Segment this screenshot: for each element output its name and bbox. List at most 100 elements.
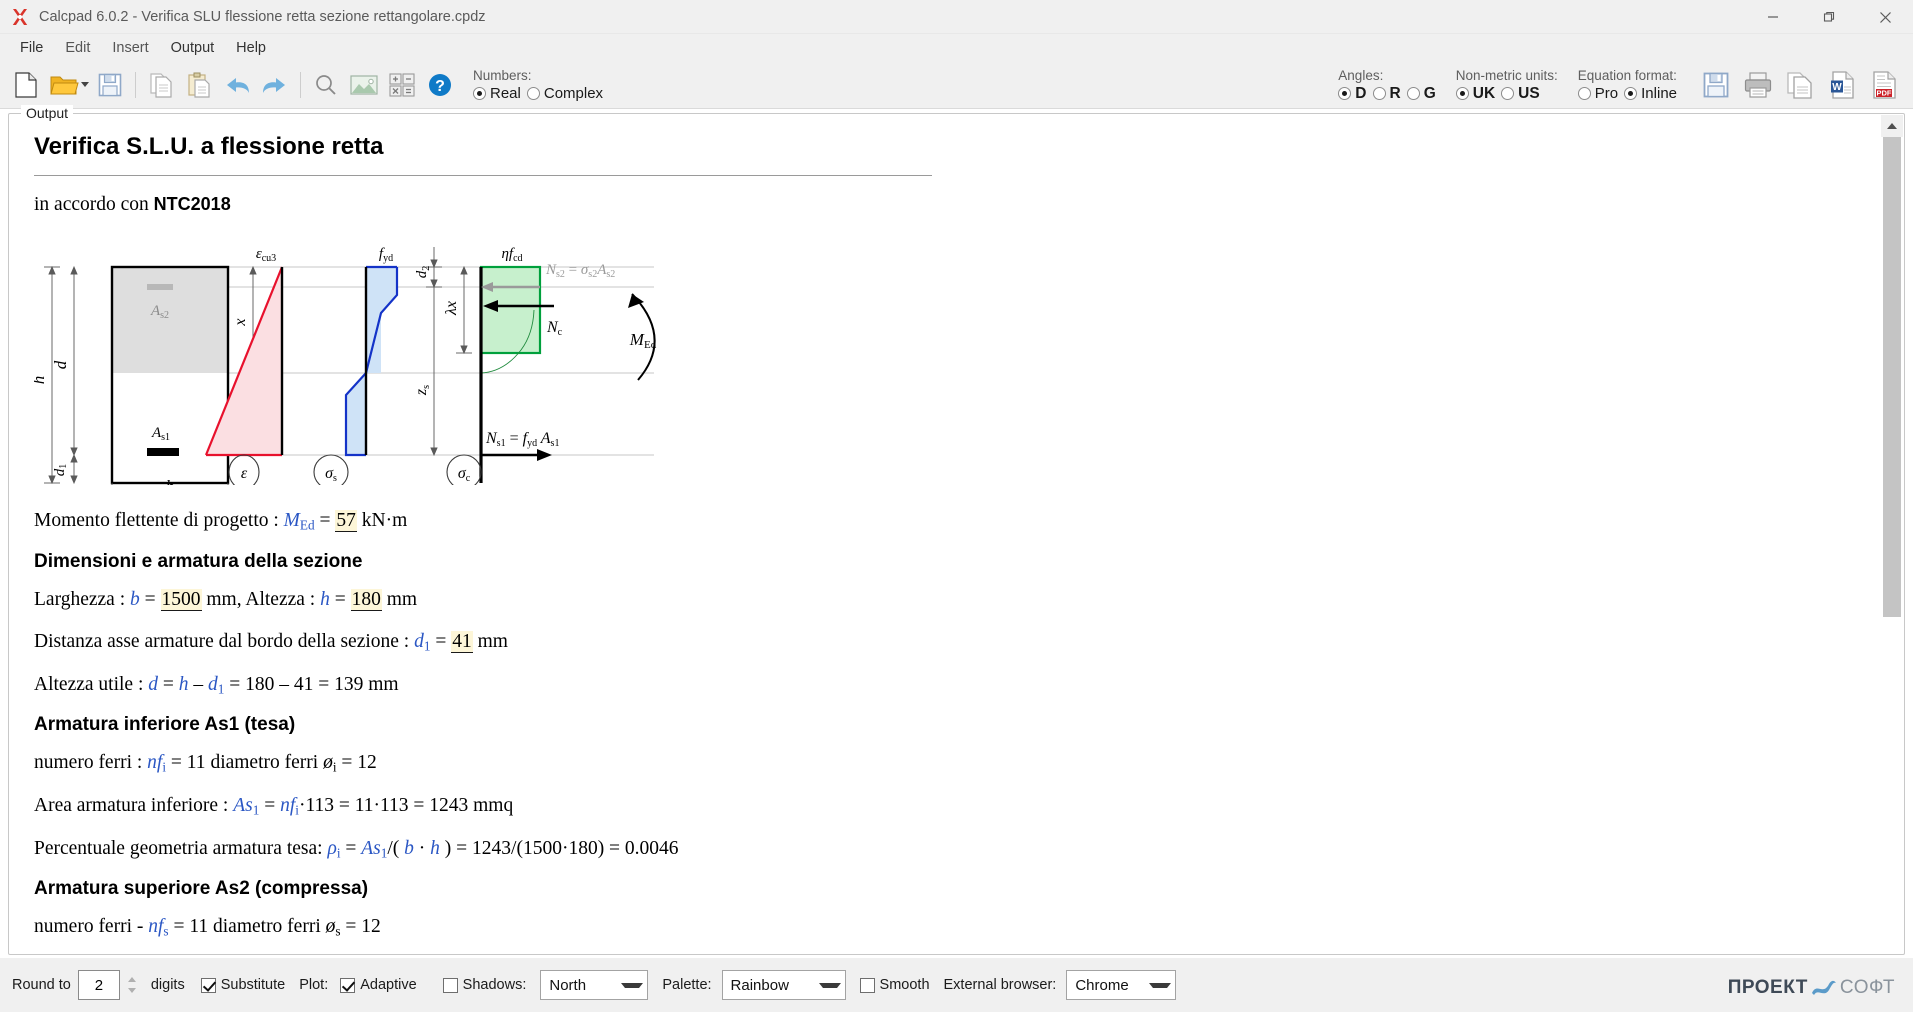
area-as1-symbol: As1: [233, 795, 260, 818]
shadows-checkbox[interactable]: Shadows:: [442, 977, 527, 993]
open-file-icon[interactable]: [47, 68, 81, 102]
radio-units-us[interactable]: US: [1501, 85, 1540, 103]
shadows-label: Shadows:: [462, 977, 527, 993]
copy-icon[interactable]: [144, 68, 178, 102]
export-pdf-icon[interactable]: PDF: [1865, 65, 1903, 105]
adaptive-checkbox[interactable]: Adaptive: [340, 977, 417, 993]
radio-label: Inline: [1641, 85, 1677, 102]
radio-indicator: [1501, 87, 1515, 100]
palette-select[interactable]: Rainbow: [721, 970, 846, 1000]
line-momento: Momento flettente di progetto : MEd = 57…: [34, 508, 1857, 535]
checkbox-indicator: [859, 977, 875, 993]
momento-equals: =: [314, 510, 336, 532]
window-title: Calcpad 6.0.2 - Verifica SLU flessione r…: [39, 8, 486, 25]
menu-file[interactable]: File: [9, 37, 54, 59]
radio-format-inline[interactable]: Inline: [1624, 85, 1677, 102]
plot-label: Plot:: [299, 977, 329, 993]
substitute-checkbox[interactable]: Substitute: [200, 977, 285, 993]
save-output-icon[interactable]: [1697, 65, 1735, 105]
radio-numbers-complex[interactable]: Complex: [526, 84, 604, 102]
momento-symbol: MEd: [283, 510, 315, 534]
radio-units-uk[interactable]: UK: [1455, 84, 1496, 103]
close-button[interactable]: [1857, 0, 1913, 34]
radio-label: G: [1423, 84, 1436, 102]
spin-down-icon[interactable]: [127, 988, 136, 993]
spin-up-icon[interactable]: [127, 977, 136, 982]
menu-edit[interactable]: Edit: [54, 37, 101, 59]
ferri2-nf-symbol: nfs: [148, 916, 169, 939]
open-file-dropdown-icon[interactable]: [79, 68, 91, 102]
chevron-down-icon: [818, 982, 841, 988]
radio-label: UK: [1472, 84, 1496, 102]
label-circle-sigma-c: σc: [458, 465, 471, 484]
undo-icon[interactable]: [220, 68, 254, 102]
paste-icon[interactable]: [182, 68, 216, 102]
label-d1: d1: [52, 464, 69, 477]
insert-image-icon[interactable]: [347, 68, 381, 102]
area-nf-symbol: nfi: [280, 795, 299, 818]
larghezza-symbol: b: [130, 588, 140, 610]
copy-output-icon[interactable]: [1781, 65, 1819, 105]
logo-wave-icon: [1811, 980, 1836, 995]
menu-help[interactable]: Help: [225, 37, 277, 59]
radio-numbers-real[interactable]: Real: [473, 85, 521, 102]
save-file-icon[interactable]: [93, 68, 127, 102]
redo-icon[interactable]: [258, 68, 292, 102]
larghezza-unit: mm,: [201, 588, 246, 610]
radio-angles-d[interactable]: D: [1338, 85, 1367, 103]
label-h: h: [34, 376, 48, 385]
momento-label: Momento flettente di progetto :: [34, 510, 279, 532]
altezza-label: Altezza :: [245, 588, 316, 610]
vertical-scrollbar[interactable]: [1881, 115, 1903, 953]
label-ns1: Ns1 = fyd As1: [485, 430, 559, 449]
calculator-icon[interactable]: [385, 68, 419, 102]
scroll-up-button[interactable]: [1881, 115, 1903, 137]
line-area-inferiore: Area armatura inferiore : As1 = nfi·113 …: [34, 795, 514, 818]
equation-format-field: Equation format: Pro Inline: [1577, 61, 1677, 109]
label-x: x: [232, 319, 249, 327]
radio-angles-r[interactable]: R: [1372, 85, 1401, 103]
label-nc: Nc: [546, 319, 563, 338]
distanza-value: 41: [451, 631, 473, 654]
radio-label: Complex: [543, 84, 604, 102]
print-icon[interactable]: [1739, 65, 1777, 105]
line-larghezza: Larghezza : b = 1500 mm, Altezza : h = 1…: [34, 588, 418, 611]
search-icon[interactable]: [309, 68, 343, 102]
new-file-icon[interactable]: [9, 68, 43, 102]
perc-b: b: [404, 837, 414, 859]
line-numero-ferri-superiore: numero ferri - nfs = 11 diametro ferri ø…: [34, 914, 1857, 941]
radio-format-pro[interactable]: Pro: [1577, 85, 1618, 102]
ferri2-diam-label: diametro ferri: [213, 916, 326, 938]
label-eps-cu3: εcu3: [256, 246, 276, 264]
svg-text:PDF: PDF: [1877, 89, 1892, 98]
menu-output[interactable]: Output: [160, 37, 226, 59]
scrollbar-thumb[interactable]: [1883, 137, 1901, 617]
radio-indicator: [1406, 87, 1420, 100]
external-browser-select[interactable]: Chrome: [1066, 970, 1177, 1000]
toolbar-separator-2: [300, 71, 301, 98]
radio-indicator: [1372, 87, 1386, 100]
radio-indicator: [1624, 87, 1638, 100]
round-to-stepper[interactable]: 2: [77, 970, 141, 1000]
shadows-direction-select[interactable]: North: [540, 970, 649, 1000]
menu-insert[interactable]: Insert: [101, 37, 159, 59]
angles-field: Angles: D R G: [1338, 61, 1436, 109]
export-word-icon[interactable]: W: [1823, 65, 1861, 105]
document-subtitle: in accordo con NTC2018: [34, 192, 1857, 218]
maximize-button[interactable]: [1801, 0, 1857, 34]
smooth-checkbox[interactable]: Smooth: [859, 977, 930, 993]
radio-angles-g[interactable]: G: [1406, 84, 1436, 103]
altezza-value: 180: [350, 588, 382, 611]
round-to-input[interactable]: 2: [77, 970, 120, 1000]
help-icon[interactable]: ?: [423, 68, 457, 102]
checkbox-indicator: [200, 977, 216, 993]
external-browser-label: External browser:: [943, 977, 1057, 993]
perc-rho-symbol: ρi: [327, 837, 341, 861]
radio-label: US: [1518, 84, 1540, 102]
title-divider: [34, 175, 932, 176]
round-to-spin-arrows[interactable]: [123, 970, 141, 1000]
output-document[interactable]: Verifica S.L.U. a flessione retta in acc…: [10, 115, 1881, 953]
document-title: Verifica S.L.U. a flessione retta: [34, 133, 384, 160]
ferri2-label: numero ferri -: [34, 916, 149, 938]
minimize-button[interactable]: [1745, 0, 1801, 34]
